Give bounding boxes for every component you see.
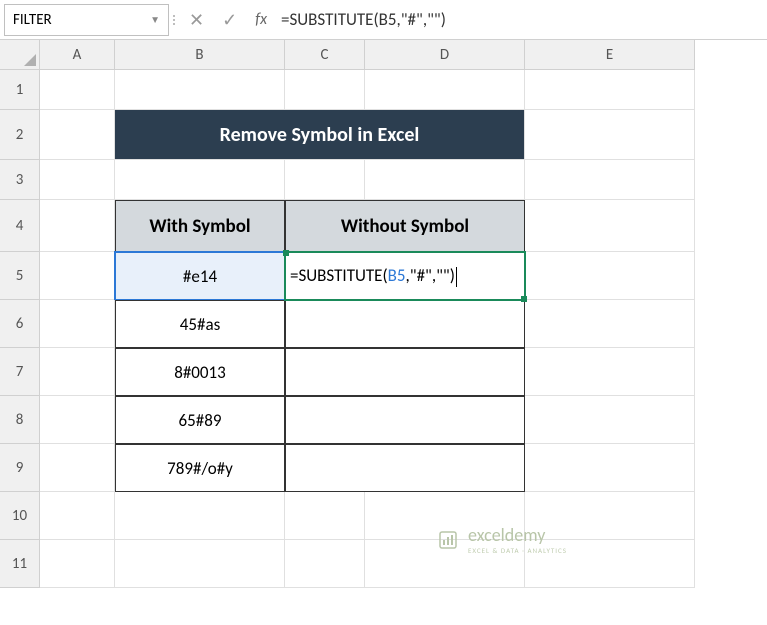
- cell-e3[interactable]: [525, 160, 695, 200]
- cell-b8[interactable]: 65#89: [115, 396, 285, 444]
- watermark-text: exceldemy EXCEL & DATA · ANALYTICS: [468, 524, 567, 555]
- name-box-dropdown-icon[interactable]: ▼: [150, 13, 160, 26]
- cell-e1[interactable]: [525, 70, 695, 110]
- header-with-symbol[interactable]: With Symbol: [115, 200, 285, 252]
- row-header-11[interactable]: 11: [0, 540, 40, 588]
- cell-grid: Remove Symbol in Excel With Symbol Witho…: [40, 70, 695, 588]
- fx-icon[interactable]: fx: [255, 10, 267, 29]
- cell-e5[interactable]: [525, 252, 695, 300]
- spreadsheet: 1 2 3 4 5 6 7 8 9 10 11 Remove Symbol in…: [0, 70, 767, 588]
- col-header-b[interactable]: B: [115, 40, 285, 70]
- col-header-c[interactable]: C: [285, 40, 365, 70]
- edit-ref: B5: [388, 265, 406, 286]
- cell-a5[interactable]: [40, 252, 115, 300]
- formula-bar: FILTER ▼ ✕ ✓ fx =SUBSTITUTE(B5,"#",""): [0, 0, 767, 40]
- cell-b5[interactable]: #e14: [115, 252, 285, 300]
- col-header-d[interactable]: D: [365, 40, 525, 70]
- watermark-name: exceldemy: [468, 524, 567, 546]
- name-box-value: FILTER: [13, 11, 150, 29]
- name-box[interactable]: FILTER ▼: [4, 4, 169, 36]
- cell-b3[interactable]: [115, 160, 285, 200]
- watermark-icon: [436, 528, 460, 552]
- cell-a1[interactable]: [40, 70, 115, 110]
- cell-c9[interactable]: [285, 444, 525, 492]
- cell-c5-editing[interactable]: =SUBSTITUTE(B5,"#",""): [285, 252, 525, 300]
- watermark-sub: EXCEL & DATA · ANALYTICS: [468, 546, 567, 555]
- row-header-5[interactable]: 5: [0, 252, 40, 300]
- title-cell[interactable]: Remove Symbol in Excel: [115, 110, 525, 160]
- cell-a11[interactable]: [40, 540, 115, 588]
- cancel-icon[interactable]: ✕: [189, 9, 204, 31]
- cell-c11[interactable]: [285, 540, 365, 588]
- edit-prefix: =SUBSTITUTE(: [290, 265, 388, 286]
- cell-e9[interactable]: [525, 444, 695, 492]
- edit-handle-tl: [283, 250, 289, 256]
- cell-e4[interactable]: [525, 200, 695, 252]
- cell-b6[interactable]: 45#as: [115, 300, 285, 348]
- column-headers: A B C D E: [0, 40, 767, 70]
- cell-a4[interactable]: [40, 200, 115, 252]
- cell-c7[interactable]: [285, 348, 525, 396]
- edit-handle-br: [521, 296, 527, 302]
- select-all-button[interactable]: [0, 40, 40, 70]
- row-header-10[interactable]: 10: [0, 492, 40, 540]
- confirm-icon[interactable]: ✓: [222, 9, 237, 31]
- cell-c6[interactable]: [285, 300, 525, 348]
- cell-a9[interactable]: [40, 444, 115, 492]
- row-header-1[interactable]: 1: [0, 70, 40, 110]
- row-header-3[interactable]: 3: [0, 160, 40, 200]
- col-header-e[interactable]: E: [525, 40, 695, 70]
- cell-a6[interactable]: [40, 300, 115, 348]
- formula-input[interactable]: =SUBSTITUTE(B5,"#",""): [267, 9, 767, 30]
- row-headers: 1 2 3 4 5 6 7 8 9 10 11: [0, 70, 40, 588]
- cell-b1[interactable]: [115, 70, 285, 110]
- cell-a7[interactable]: [40, 348, 115, 396]
- cell-c1[interactable]: [285, 70, 365, 110]
- cell-b9[interactable]: 789#/o#y: [115, 444, 285, 492]
- cell-b7[interactable]: 8#0013: [115, 348, 285, 396]
- cell-a3[interactable]: [40, 160, 115, 200]
- formula-bar-divider: [173, 15, 175, 25]
- formula-bar-buttons: ✕ ✓ fx: [189, 9, 267, 31]
- row-header-6[interactable]: 6: [0, 300, 40, 348]
- cell-b10[interactable]: [115, 492, 285, 540]
- cell-d3[interactable]: [365, 160, 525, 200]
- cell-c3[interactable]: [285, 160, 365, 200]
- cell-d1[interactable]: [365, 70, 525, 110]
- cell-a10[interactable]: [40, 492, 115, 540]
- header-without-symbol[interactable]: Without Symbol: [285, 200, 525, 252]
- row-header-9[interactable]: 9: [0, 444, 40, 492]
- cell-a8[interactable]: [40, 396, 115, 444]
- cell-e8[interactable]: [525, 396, 695, 444]
- edit-content: =SUBSTITUTE(B5,"#",""): [290, 265, 457, 287]
- edit-suffix: ,"#",""): [406, 265, 455, 286]
- cell-c10[interactable]: [285, 492, 365, 540]
- row-header-2[interactable]: 2: [0, 110, 40, 160]
- cell-c8[interactable]: [285, 396, 525, 444]
- watermark: exceldemy EXCEL & DATA · ANALYTICS: [436, 524, 567, 555]
- cell-a2[interactable]: [40, 110, 115, 160]
- cell-b11[interactable]: [115, 540, 285, 588]
- cell-e6[interactable]: [525, 300, 695, 348]
- text-cursor: [456, 267, 457, 287]
- row-header-4[interactable]: 4: [0, 200, 40, 252]
- cell-e2[interactable]: [525, 110, 695, 160]
- row-header-7[interactable]: 7: [0, 348, 40, 396]
- row-header-8[interactable]: 8: [0, 396, 40, 444]
- cell-e7[interactable]: [525, 348, 695, 396]
- col-header-a[interactable]: A: [40, 40, 115, 70]
